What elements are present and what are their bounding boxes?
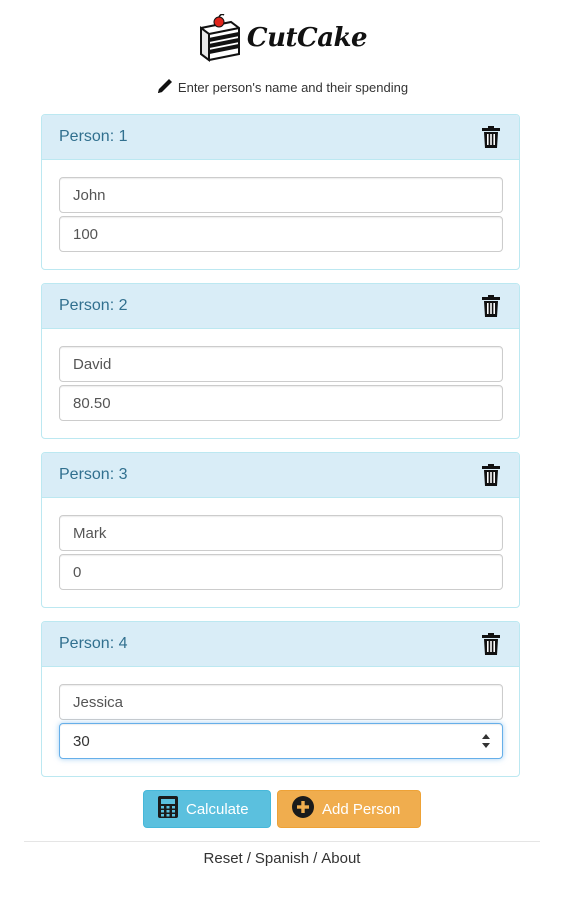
footer-separator: / — [246, 850, 251, 867]
person-panel-4: Person: 4 — [41, 621, 520, 777]
person-panel-2: Person: 2 — [41, 283, 520, 439]
calculate-button[interactable]: Calculate — [143, 790, 271, 828]
footer-links: Reset / Spanish / About — [0, 850, 564, 867]
plus-circle-icon — [292, 796, 314, 822]
footer-divider — [24, 841, 540, 842]
calculate-label: Calculate — [186, 800, 249, 818]
trash-icon[interactable] — [481, 125, 501, 149]
person-title: Person: 3 — [59, 466, 128, 483]
trash-icon[interactable] — [481, 294, 501, 318]
person-amount-input[interactable] — [59, 385, 503, 421]
trash-icon[interactable] — [481, 463, 501, 487]
instructions: Enter person's name and their spending — [0, 77, 564, 98]
add-person-button[interactable]: Add Person — [277, 790, 421, 828]
calculator-icon — [158, 796, 178, 822]
person-name-input[interactable] — [59, 515, 503, 551]
action-bar: Calculate Add Person — [0, 790, 564, 828]
amount-field-wrapper — [59, 723, 503, 759]
person-panel-heading: Person: 1 — [42, 115, 519, 160]
person-name-input[interactable] — [59, 346, 503, 382]
person-title: Person: 2 — [59, 297, 128, 314]
app-logo: CutCake — [0, 10, 564, 66]
spanish-link[interactable]: Spanish — [255, 850, 309, 867]
person-panel-heading: Person: 3 — [42, 453, 519, 498]
instructions-text: Enter person's name and their spending — [177, 80, 409, 95]
person-name-input[interactable] — [59, 177, 503, 213]
add-person-label: Add Person — [322, 800, 401, 818]
person-panel-3: Person: 3 — [41, 452, 520, 608]
person-amount-input[interactable] — [59, 216, 503, 252]
reset-link[interactable]: Reset — [204, 850, 243, 867]
person-amount-input[interactable] — [59, 723, 503, 759]
about-link[interactable]: About — [321, 850, 360, 867]
person-amount-input[interactable] — [59, 554, 503, 590]
pencil-icon — [156, 77, 174, 98]
cake-slice-icon — [197, 14, 243, 62]
person-panel-heading: Person: 2 — [42, 284, 519, 329]
person-name-input[interactable] — [59, 684, 503, 720]
spinner-arrows-icon[interactable] — [481, 733, 491, 749]
logo-text: CutCake — [246, 23, 368, 53]
person-title: Person: 4 — [59, 635, 128, 652]
person-title: Person: 1 — [59, 128, 128, 145]
person-panel-1: Person: 1 — [41, 114, 520, 270]
person-panel-heading: Person: 4 — [42, 622, 519, 667]
footer-separator: / — [313, 850, 318, 867]
trash-icon[interactable] — [481, 632, 501, 656]
